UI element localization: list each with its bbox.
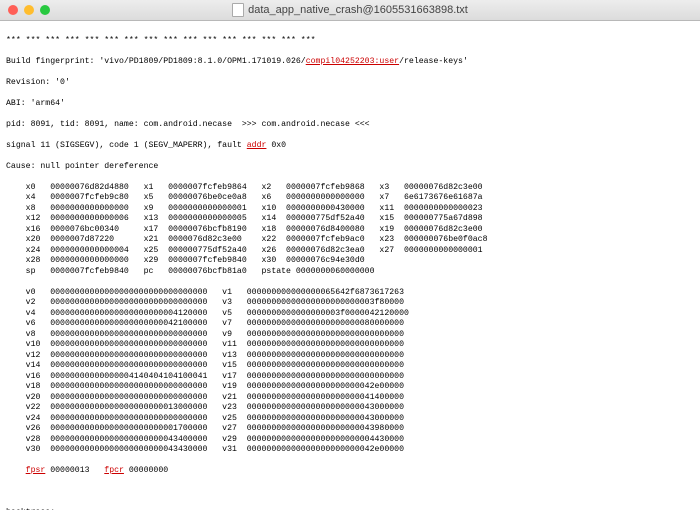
- x-reg-row: x20 0000007d87220 x21 0000076d82c3e00 x2…: [6, 235, 694, 246]
- v-reg-row: v28 00000000000000000000000043400000 v29…: [6, 435, 694, 446]
- document-icon: [232, 3, 244, 17]
- v-reg-row: v16 00000000000000004140404104100041 v17…: [6, 372, 694, 383]
- v-reg-row: v8 00000000000000000000000000000000 v9 0…: [6, 330, 694, 341]
- x-reg-row: x8 0000000000000000 x9 0000000000000001 …: [6, 204, 694, 215]
- v-reg-row: v12 00000000000000000000000000000000 v13…: [6, 351, 694, 362]
- x-reg-row: x24 0000000000000004 x25 000000775df52a4…: [6, 246, 694, 257]
- revision: Revision: '0': [6, 78, 694, 89]
- fpsr-line: fpsr 00000013 fpcr 00000000: [6, 466, 694, 477]
- v-reg-row: v22 00000000000000000000000013000000 v23…: [6, 403, 694, 414]
- filename: data_app_native_crash@1605531663898.txt: [248, 4, 468, 16]
- build-fingerprint: Build fingerprint: 'vivo/PD1809/PD1809:8…: [6, 57, 694, 68]
- x-registers: x0 00000076d82d4880 x1 0000007fcfeb9864 …: [6, 183, 694, 278]
- x-reg-row: x0 00000076d82d4880 x1 0000007fcfeb9864 …: [6, 183, 694, 194]
- abi: ABI: 'arm64': [6, 99, 694, 110]
- v-reg-row: v14 00000000000000000000000000000000 v15…: [6, 361, 694, 372]
- titlebar: data_app_native_crash@1605531663898.txt: [0, 0, 700, 21]
- mask-line: *** *** *** *** *** *** *** *** *** *** …: [6, 36, 694, 47]
- v-reg-row: v18 00000000000000000000000000000000 v19…: [6, 382, 694, 393]
- v-reg-row: v26 00000000000000000000000001700000 v27…: [6, 424, 694, 435]
- v-reg-row: v24 00000000000000000000000000000000 v25…: [6, 414, 694, 425]
- x-reg-row: x28 0000000000000000 x29 0000007fcfeb984…: [6, 256, 694, 267]
- v-reg-row: v30 00000000000000000000000043430000 v31…: [6, 445, 694, 456]
- pid-line: pid: 8091, tid: 8091, name: com.android.…: [6, 120, 694, 131]
- window-title: data_app_native_crash@1605531663898.txt: [0, 3, 700, 17]
- x-reg-row: x4 0000007fcfeb9c80 x5 00000076be0ce0a8 …: [6, 193, 694, 204]
- v-reg-row: v20 00000000000000000000000000000000 v21…: [6, 393, 694, 404]
- v-registers: v0 00000000000000000000000000000000 v1 0…: [6, 288, 694, 456]
- signal-line: signal 11 (SIGSEGV), code 1 (SEGV_MAPERR…: [6, 141, 694, 152]
- x-reg-row: x16 0000076bc00340 x17 00000076bcfb8190 …: [6, 225, 694, 236]
- v-reg-row: v0 00000000000000000000000000000000 v1 0…: [6, 288, 694, 299]
- v-reg-row: v2 00000000000000000000000000000000 v3 0…: [6, 298, 694, 309]
- x-reg-row: sp 0000007fcfeb9840 pc 00000076bcfb81a0 …: [6, 267, 694, 278]
- v-reg-row: v4 00000000000000000000000004120000 v5 0…: [6, 309, 694, 320]
- v-reg-row: v6 00000000000000000000000042100000 v7 0…: [6, 319, 694, 330]
- document-content: *** *** *** *** *** *** *** *** *** *** …: [0, 21, 700, 510]
- cause: Cause: null pointer dereference: [6, 162, 694, 173]
- x-reg-row: x12 0000000000000006 x13 000000000000000…: [6, 214, 694, 225]
- v-reg-row: v10 00000000000000000000000000000000 v11…: [6, 340, 694, 351]
